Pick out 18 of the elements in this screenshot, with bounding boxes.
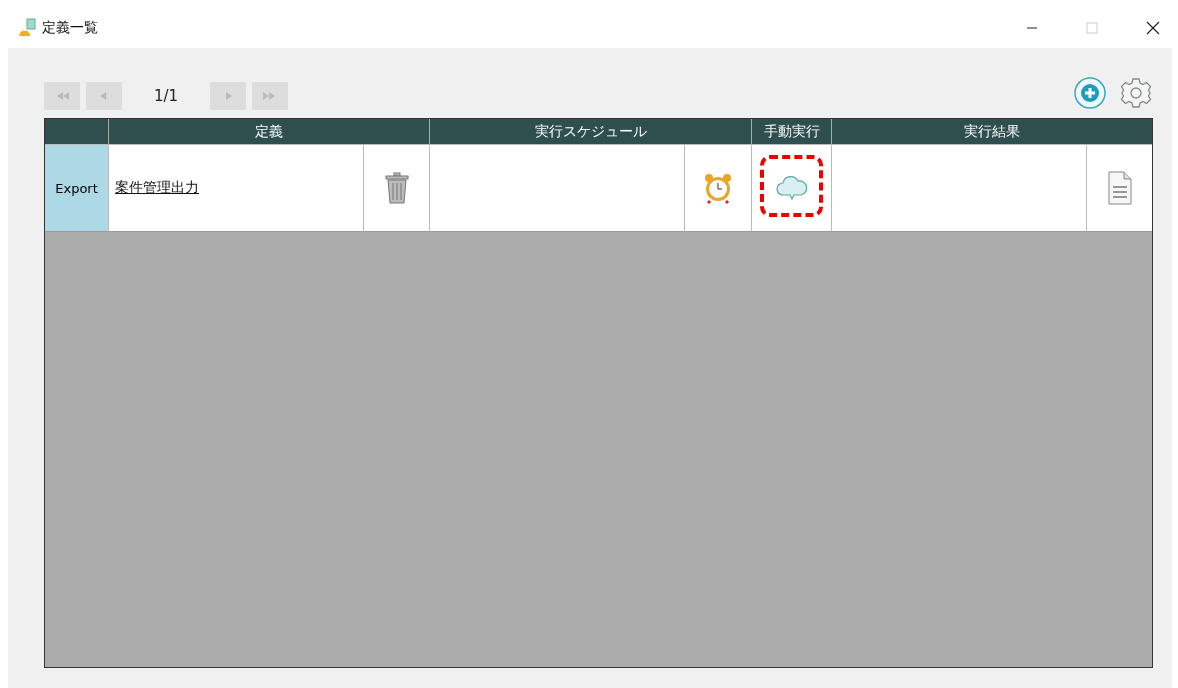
- column-header: 実行スケジュール: [429, 119, 751, 144]
- column-header: 実行結果: [831, 119, 1152, 144]
- double-triangle-icon: [263, 92, 277, 100]
- settings-icon[interactable]: [1119, 76, 1153, 110]
- trash-icon[interactable]: [383, 172, 410, 204]
- column-header: 手動実行: [751, 119, 831, 144]
- alarm-clock-icon[interactable]: [703, 172, 733, 204]
- document-icon[interactable]: [1106, 171, 1133, 205]
- header-corner: [45, 119, 108, 144]
- double-triangle-icon: [55, 92, 69, 100]
- window-title: 定義一覧: [42, 19, 98, 37]
- app-icon: [18, 18, 38, 38]
- definition-link[interactable]: 案件管理出力: [115, 179, 199, 197]
- type-cell: Export: [45, 144, 108, 232]
- add-icon[interactable]: [1073, 76, 1107, 110]
- close-button[interactable]: [1146, 21, 1160, 35]
- column-header: 定義: [108, 119, 429, 144]
- page-indicator: 1/1: [152, 87, 180, 105]
